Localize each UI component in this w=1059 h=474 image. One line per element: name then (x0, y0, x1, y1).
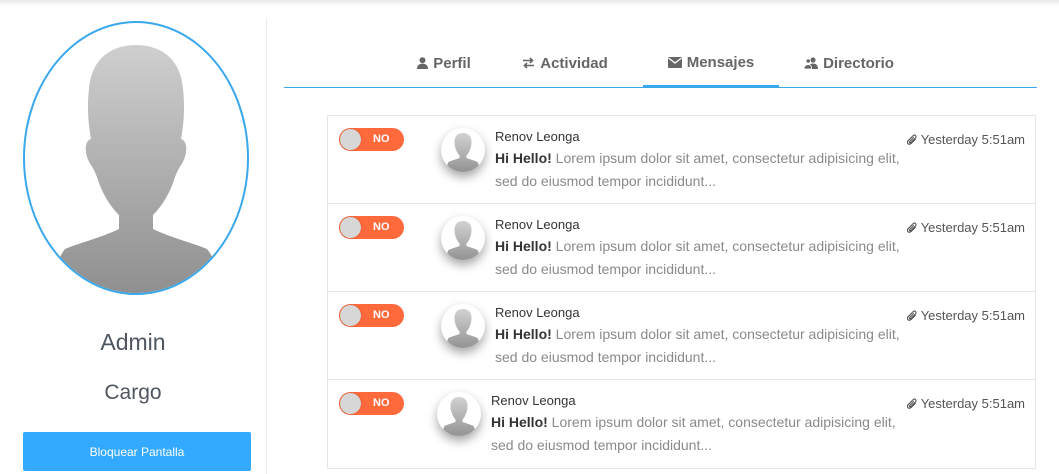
message-preview: Hi Hello! Lorem ipsum dolor sit amet, co… (491, 411, 911, 457)
message-greeting: Hi Hello! (495, 150, 552, 166)
user-icon (417, 57, 429, 69)
tab-label: Perfil (433, 54, 471, 72)
user-silhouette-icon (446, 309, 480, 348)
paperclip-icon (906, 310, 917, 321)
message-item[interactable]: NO Renov Leonga Hi Hello! Lorem ipsum do… (328, 116, 1035, 204)
message-toggle[interactable]: NO (339, 128, 404, 151)
message-text: Lorem ipsum dolor sit amet, consectetur … (495, 150, 900, 189)
paperclip-icon (906, 222, 917, 233)
toggle-label: NO (373, 133, 390, 145)
message-preview: Hi Hello! Lorem ipsum dolor sit amet, co… (495, 323, 915, 369)
tab-actividad[interactable]: Actividad (509, 40, 621, 86)
tab-directorio[interactable]: Directorio (794, 40, 904, 86)
toggle-knob (340, 217, 361, 238)
tab-label: Actividad (540, 54, 608, 72)
toggle-knob (340, 305, 361, 326)
sender-avatar (441, 128, 485, 172)
profile-panel: Admin Cargo Bloquear Pantalla (0, 18, 267, 474)
user-silhouette-icon (51, 45, 225, 293)
message-item[interactable]: NO Renov Leonga Hi Hello! Lorem ipsum do… (328, 292, 1035, 380)
tab-label: Mensajes (686, 54, 755, 71)
message-toggle[interactable]: NO (339, 392, 404, 415)
toggle-knob (340, 129, 361, 150)
message-preview: Hi Hello! Lorem ipsum dolor sit amet, co… (495, 147, 915, 193)
profile-role: Cargo (104, 381, 162, 404)
sender-name: Renov Leonga (495, 129, 580, 144)
profile-avatar (23, 21, 249, 295)
message-greeting: Hi Hello! (495, 326, 552, 342)
time-label: Yesterday 5:51am (920, 220, 1025, 235)
message-toggle[interactable]: NO (339, 216, 404, 239)
message-time: Yesterday 5:51am (906, 396, 1025, 411)
message-item[interactable]: NO Renov Leonga Hi Hello! Lorem ipsum do… (328, 204, 1035, 292)
time-label: Yesterday 5:51am (920, 132, 1025, 147)
message-time: Yesterday 5:51am (906, 220, 1025, 235)
profile-tabs: Perfil Actividad Mensajes Directorio (284, 40, 1037, 88)
tab-perfil[interactable]: Perfil (400, 40, 488, 86)
message-item[interactable]: NO Renov Leonga Hi Hello! Lorem ipsum do… (328, 380, 1035, 468)
sender-avatar (437, 392, 481, 436)
envelope-icon (667, 57, 682, 68)
message-text: Lorem ipsum dolor sit amet, consectetur … (495, 238, 900, 277)
paperclip-icon (906, 398, 917, 409)
message-text: Lorem ipsum dolor sit amet, consectetur … (491, 414, 896, 453)
sender-avatar (441, 216, 485, 260)
tab-mensajes[interactable]: Mensajes (643, 40, 779, 87)
user-silhouette-icon (446, 133, 480, 172)
time-label: Yesterday 5:51am (920, 396, 1025, 411)
toggle-knob (340, 393, 361, 414)
top-bar-shadow (0, 0, 1059, 6)
toggle-label: NO (373, 397, 390, 409)
toggle-label: NO (373, 221, 390, 233)
users-icon (804, 57, 819, 69)
toggle-label: NO (373, 309, 390, 321)
message-text: Lorem ipsum dolor sit amet, consectetur … (495, 326, 900, 365)
time-label: Yesterday 5:51am (920, 308, 1025, 323)
lock-screen-button[interactable]: Bloquear Pantalla (23, 432, 251, 471)
tab-label: Directorio (823, 54, 894, 72)
paperclip-icon (906, 134, 917, 145)
message-greeting: Hi Hello! (491, 414, 548, 430)
message-toggle[interactable]: NO (339, 304, 404, 327)
message-preview: Hi Hello! Lorem ipsum dolor sit amet, co… (495, 235, 915, 281)
message-list: NO Renov Leonga Hi Hello! Lorem ipsum do… (327, 115, 1036, 469)
message-time: Yesterday 5:51am (906, 132, 1025, 147)
sender-name: Renov Leonga (491, 393, 576, 408)
message-time: Yesterday 5:51am (906, 308, 1025, 323)
user-silhouette-icon (446, 221, 480, 260)
exchange-icon (523, 57, 535, 69)
user-silhouette-icon (442, 397, 476, 436)
message-greeting: Hi Hello! (495, 238, 552, 254)
sender-name: Renov Leonga (495, 305, 580, 320)
profile-name: Admin (100, 329, 166, 355)
sender-avatar (441, 304, 485, 348)
sender-name: Renov Leonga (495, 217, 580, 232)
